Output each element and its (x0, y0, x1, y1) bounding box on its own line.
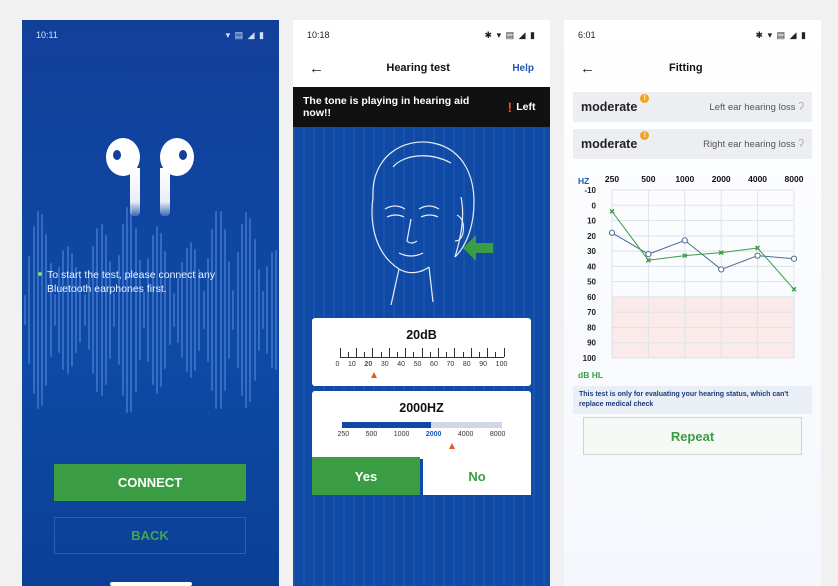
hz-scale-label: 250 (337, 431, 350, 438)
y-tick-label: 50 (587, 278, 596, 287)
decibel-marker[interactable] (371, 372, 377, 378)
decibel-card: 20dB 0 10 20 30 40 50 60 70 80 90 100 (312, 318, 531, 386)
decibel-scale: 0 10 20 30 40 50 60 70 80 90 100 (336, 361, 508, 368)
back-button[interactable]: BACK (54, 517, 246, 554)
y-tick-label: 40 (587, 262, 596, 271)
db-scale-label: 0 (335, 361, 340, 368)
y-tick-label: -10 (584, 186, 596, 195)
ear-label: Left (516, 101, 536, 113)
top-nav: ← Hearing test Help (293, 52, 550, 84)
alert-icon: ! (507, 99, 513, 115)
x-tick-label: 2000 (712, 174, 731, 184)
status-icons: ✱ ▾ ▤ ◢ ▮ (484, 29, 536, 40)
db-scale-label: 60 (430, 361, 438, 368)
audiogram-chart: -10 0 10 20 30 40 50 60 70 80 90 100 250 500 1000 2000 4… (583, 174, 804, 363)
x-tick-label: 8000 (785, 174, 804, 184)
fitting-screen: 6:01 ✱ ▾ ▤ ◢ ▮ ← Fitting moderate! Left … (564, 20, 821, 586)
repeat-button[interactable]: Repeat (583, 417, 802, 455)
status-bar: 10:18 ✱ ▾ ▤ ◢ ▮ (293, 20, 550, 50)
y-tick-label: 0 (592, 201, 597, 210)
frequency-scale: 250 500 1000 2000 4000 8000 (338, 431, 506, 438)
y-tick-label: 20 (587, 232, 596, 241)
earbuds-icon (100, 138, 200, 238)
disclaimer-text: This test is only for evaluating your he… (573, 386, 812, 414)
db-scale-label: 100 (495, 361, 508, 368)
home-indicator (109, 582, 192, 586)
db-scale-label: 80 (462, 361, 471, 368)
ear-indicator: ! Left (493, 87, 550, 127)
y-tick-label: 60 (587, 293, 596, 302)
frequency-marker[interactable] (449, 443, 455, 449)
y-tick-label: 100 (583, 354, 597, 363)
head-illustration-icon (371, 141, 475, 306)
help-link[interactable]: Help (512, 63, 534, 74)
data-point (645, 251, 652, 258)
y-tick-label: 90 (587, 339, 596, 348)
db-scale-label: 50 (413, 361, 422, 368)
decibel-value: 20dB (406, 328, 437, 342)
y-tick-label: 30 (587, 247, 596, 256)
y-tick-label: 80 (587, 323, 596, 332)
decibel-slider[interactable] (339, 348, 505, 358)
db-scale-label: 40 (397, 361, 406, 368)
frequency-card: 2000HZ 250 500 1000 2000 4000 8000 (312, 391, 531, 459)
status-time: 10:18 (307, 30, 330, 40)
bullet-dot (38, 272, 42, 276)
frequency-value: 2000HZ (399, 401, 444, 415)
data-point (718, 266, 725, 273)
hearing-test-screen: 10:18 ✱ ▾ ▤ ◢ ▮ ← Hearing test Help The … (293, 20, 550, 586)
y-tick-label: 70 (587, 308, 596, 317)
page-title: Hearing test (386, 62, 450, 74)
data-point (681, 237, 688, 244)
data-point (608, 229, 616, 236)
db-scale-label: 10 (348, 361, 356, 368)
connect-instructions: To start the test, please connect any Bl… (38, 268, 247, 296)
connect-message: To start the test, please connect any Bl… (47, 269, 216, 295)
x-tick-label: 1000 (675, 174, 694, 184)
back-arrow-icon[interactable]: ← (309, 60, 324, 77)
connect-screen: 10:11 ▾ ▤ ◢ ▮ To start the test, please … (22, 20, 279, 586)
status-icons: ▾ ▤ ◢ ▮ (225, 29, 265, 40)
x-tick-label: 500 (641, 174, 655, 184)
data-point (754, 252, 761, 259)
yes-button[interactable]: Yes (312, 457, 420, 495)
db-scale-label: 30 (380, 361, 389, 368)
arrow-left-icon (463, 235, 493, 261)
frequency-slider[interactable] (341, 422, 502, 428)
hz-scale-label: 500 (365, 431, 378, 438)
tone-banner: The tone is playing in hearing aid now!! (293, 87, 493, 127)
y-tick-label: 10 (587, 217, 596, 226)
hz-scale-label: 2000 (425, 431, 442, 438)
db-scale-label: 90 (479, 361, 488, 368)
no-button[interactable]: No (423, 457, 531, 495)
series-line-2 (611, 211, 795, 290)
connect-button[interactable]: CONNECT (54, 464, 246, 501)
x-tick-label: 4000 (748, 174, 767, 184)
x-tick-label: 250 (605, 174, 619, 184)
screenshot-stage: 10:11 ▾ ▤ ◢ ▮ To start the test, please … (0, 0, 838, 586)
hz-scale-label: 1000 (393, 431, 410, 438)
status-bar: 10:11 ▾ ▤ ◢ ▮ (22, 20, 279, 50)
hz-scale-label: 8000 (489, 431, 506, 438)
status-time: 10:11 (36, 30, 58, 40)
hz-scale-label: 4000 (457, 431, 474, 438)
db-hl-label: dB HL (578, 370, 604, 380)
db-scale-label: 70 (446, 361, 455, 368)
data-point (790, 255, 798, 262)
test-panel: 20dB 0 10 20 30 40 50 60 70 80 90 100 2000HZ 250 50… (293, 127, 550, 586)
db-scale-label: 20 (364, 361, 373, 368)
